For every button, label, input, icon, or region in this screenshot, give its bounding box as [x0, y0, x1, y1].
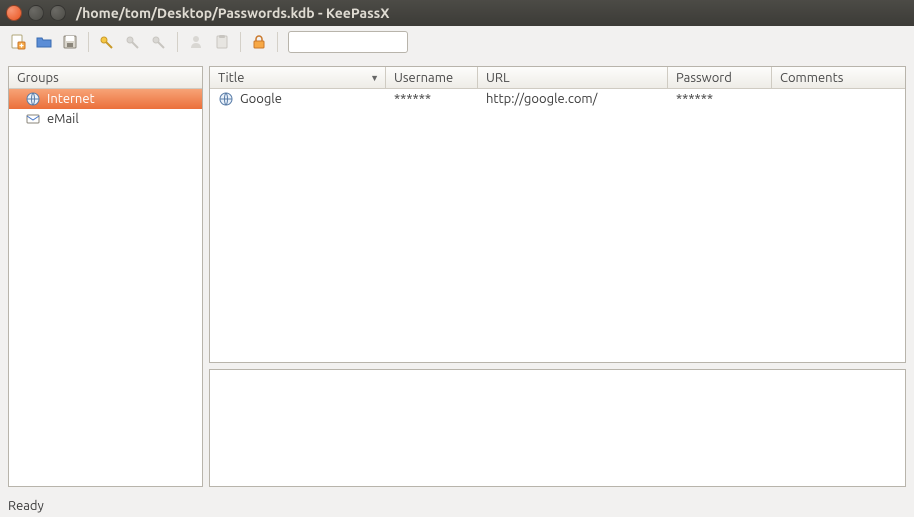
column-header-username[interactable]: Username	[386, 67, 478, 88]
toolbar	[0, 26, 914, 58]
column-header-label: Title	[218, 71, 244, 85]
column-header-comments[interactable]: Comments	[772, 67, 905, 88]
key-add-icon	[99, 34, 115, 50]
window-title: /home/tom/Desktop/Passwords.kdb - KeePas…	[76, 5, 390, 21]
copy-username-button[interactable]	[184, 30, 208, 54]
groups-panel: Groups Internet eMail	[8, 66, 203, 487]
mail-icon	[25, 111, 41, 127]
group-item-email[interactable]: eMail	[9, 109, 202, 129]
groups-header: Groups	[9, 67, 202, 89]
new-database-button[interactable]	[6, 30, 30, 54]
entry-url: http://google.com/	[478, 92, 668, 106]
copy-password-button[interactable]	[210, 30, 234, 54]
group-item-label: Internet	[47, 92, 95, 106]
toolbar-separator	[177, 32, 178, 52]
groups-tree: Internet eMail	[9, 89, 202, 486]
group-item-internet[interactable]: Internet	[9, 89, 202, 109]
add-entry-button[interactable]	[95, 30, 119, 54]
maximize-icon[interactable]	[50, 5, 66, 21]
entries-panel: Title ▼ Username URL Password Comments G…	[209, 66, 906, 363]
column-header-url[interactable]: URL	[478, 67, 668, 88]
column-header-title[interactable]: Title ▼	[210, 67, 386, 88]
toolbar-separator	[88, 32, 89, 52]
search-input[interactable]	[288, 31, 408, 53]
entries-header: Title ▼ Username URL Password Comments	[210, 67, 905, 89]
window-controls	[6, 5, 66, 21]
key-edit-icon	[125, 34, 141, 50]
titlebar: /home/tom/Desktop/Passwords.kdb - KeePas…	[0, 0, 914, 26]
lock-icon	[251, 34, 267, 50]
open-database-button[interactable]	[32, 30, 56, 54]
entry-row[interactable]: Google ****** http://google.com/ ******	[210, 89, 905, 109]
edit-entry-button[interactable]	[121, 30, 145, 54]
entry-username: ******	[386, 92, 478, 106]
close-icon[interactable]	[6, 5, 22, 21]
globe-icon	[218, 91, 234, 107]
delete-entry-button[interactable]	[147, 30, 171, 54]
key-delete-icon	[151, 34, 167, 50]
entries-rows: Google ****** http://google.com/ ******	[210, 89, 905, 362]
column-header-password[interactable]: Password	[668, 67, 772, 88]
statusbar: Ready	[0, 495, 914, 517]
clipboard-icon	[214, 34, 230, 50]
groups-header-label[interactable]: Groups	[9, 67, 202, 88]
sort-descending-icon: ▼	[370, 73, 379, 83]
main-area: Groups Internet eMail	[0, 58, 914, 495]
user-copy-icon	[188, 34, 204, 50]
detail-panel	[209, 369, 906, 487]
entry-password: ******	[668, 92, 772, 106]
folder-open-icon	[36, 34, 52, 50]
toolbar-separator	[277, 32, 278, 52]
lock-workspace-button[interactable]	[247, 30, 271, 54]
globe-icon	[25, 91, 41, 107]
toolbar-separator	[240, 32, 241, 52]
minimize-icon[interactable]	[28, 5, 44, 21]
status-text: Ready	[8, 499, 44, 513]
entry-title: Google	[240, 92, 282, 106]
save-database-button[interactable]	[58, 30, 82, 54]
save-icon	[62, 34, 78, 50]
group-item-label: eMail	[47, 112, 79, 126]
new-file-icon	[10, 34, 26, 50]
